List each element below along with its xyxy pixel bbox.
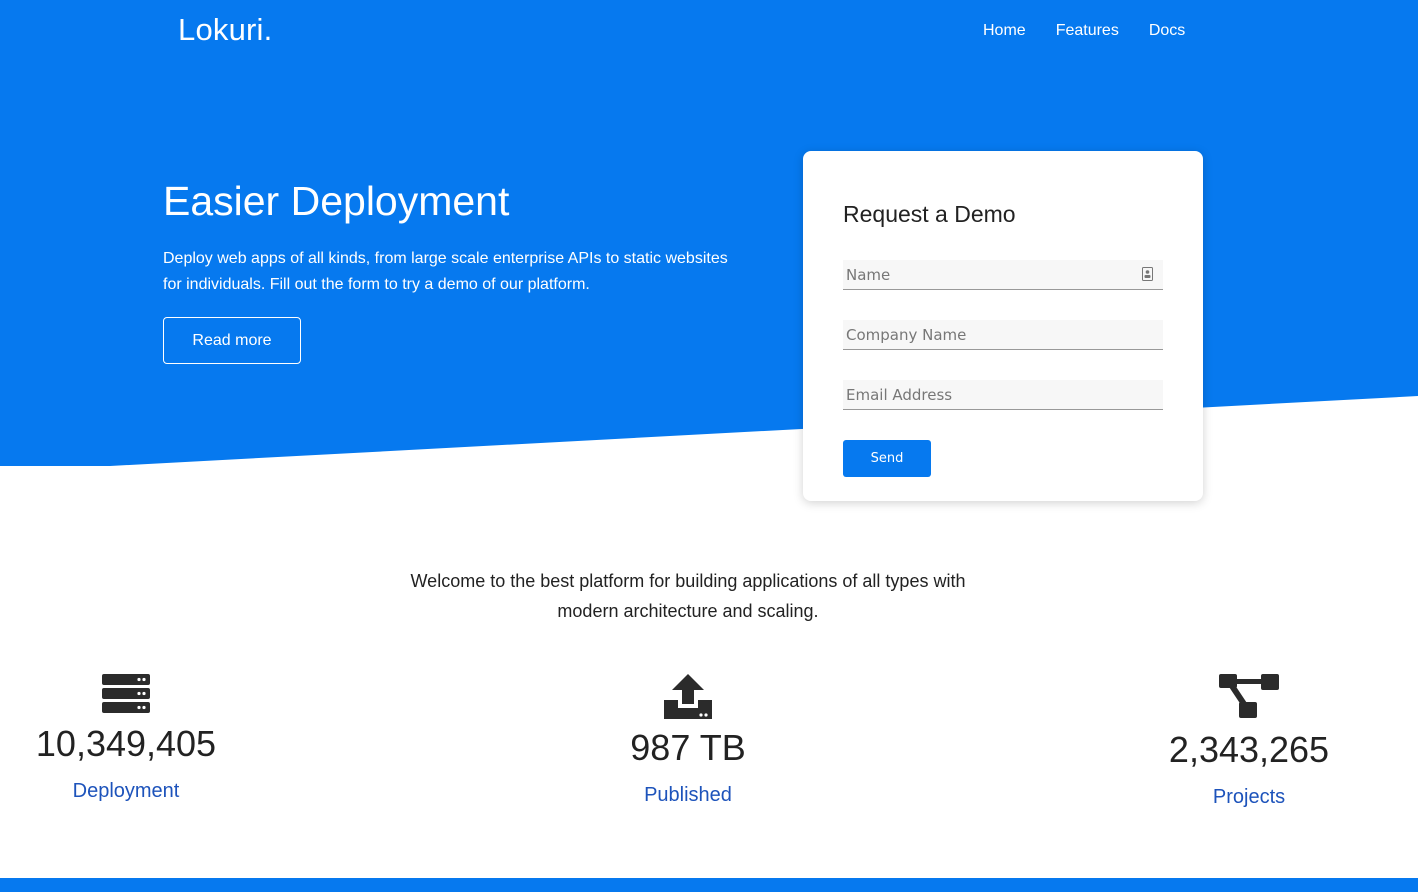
upload-icon [664,674,712,719]
stat-value: 2,343,265 [1168,729,1330,770]
hero-background [0,0,1418,466]
demo-request-card: Request a Demo Send [803,151,1203,501]
server-icon [102,674,150,713]
stat-label: Deployment [72,780,180,802]
stat-published: 987 TB Published [538,672,838,810]
send-button[interactable]: Send [843,440,931,477]
stat-value: 10,349,405 [35,723,217,764]
nav-docs-link[interactable]: Docs [1149,22,1185,40]
sitemap-icon [1219,674,1279,718]
stat-deployment: 10,349,405 Deployment [0,672,276,806]
stat-projects: 2,343,265 Projects [1099,672,1399,812]
nav-features-link[interactable]: Features [1056,22,1119,40]
brand-logo[interactable]: Lokuri. [178,12,272,48]
welcome-text: Welcome to the best platform for buildin… [410,571,966,621]
demo-form-title: Request a Demo [843,201,1016,227]
contact-card-icon[interactable] [1142,267,1153,281]
main-nav: Home Features Docs [983,22,1215,40]
stat-label: Published [644,784,732,806]
stat-label: Projects [1212,786,1286,808]
hero-title: Easier Deployment [163,178,510,224]
hero-description: Deploy web apps of all kinds, from large… [163,250,728,293]
email-address-input[interactable] [843,380,1163,410]
name-input[interactable] [843,260,1163,290]
company-name-input[interactable] [843,320,1163,350]
read-more-button[interactable]: Read more [163,317,301,364]
footer-strip [0,878,1418,892]
nav-home-link[interactable]: Home [983,22,1026,40]
stat-value: 987 TB [630,727,746,768]
